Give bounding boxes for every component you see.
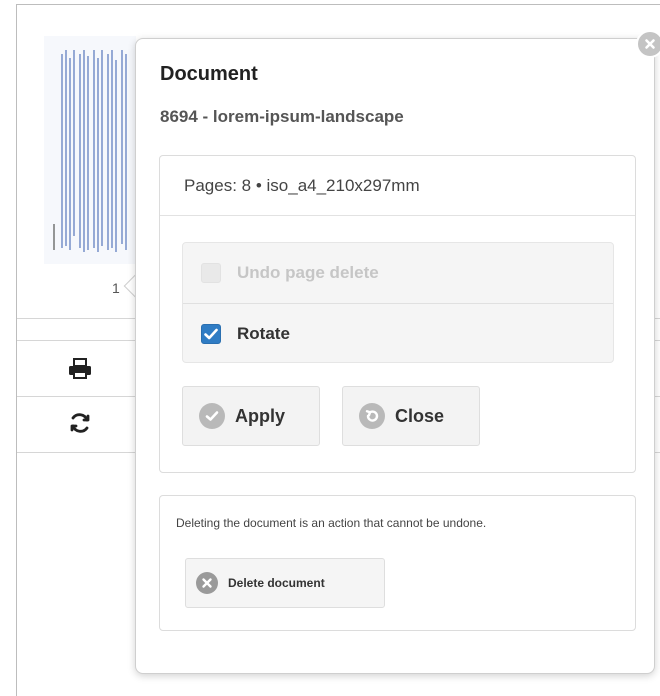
rotate-checkbox[interactable] (201, 323, 221, 344)
document-info: Pages: 8 • iso_a4_210x297mm (160, 156, 635, 216)
close-popover-icon[interactable] (636, 30, 660, 58)
document-thumbnail[interactable] (44, 36, 136, 264)
delete-label: Delete document (228, 576, 325, 590)
close-button[interactable]: Close (342, 386, 480, 446)
document-name: 8694 - lorem-ipsum-landscape (160, 107, 404, 126)
delete-warning-text: Deleting the document is an action that … (176, 516, 487, 530)
apply-button[interactable]: Apply (182, 386, 320, 446)
document-popover: Document 8694 - lorem-ipsum-landscape Pa… (135, 38, 655, 674)
page-indicator: 1 (112, 280, 120, 296)
print-icon[interactable] (64, 356, 96, 382)
check-circle-icon (199, 403, 225, 429)
delete-circle-icon (196, 572, 218, 594)
option-label: Rotate (237, 323, 290, 343)
delete-document-card: Deleting the document is an action that … (159, 495, 636, 631)
popover-title: Document (160, 63, 258, 85)
refresh-icon[interactable] (64, 410, 96, 436)
rotate-option[interactable]: Rotate (183, 303, 613, 363)
document-settings-card: Pages: 8 • iso_a4_210x297mm Undo page de… (159, 155, 636, 473)
option-label: Undo page delete (237, 263, 379, 282)
delete-document-button[interactable]: Delete document (185, 558, 385, 608)
apply-label: Apply (235, 405, 286, 426)
undo-circle-icon (359, 403, 385, 429)
close-label: Close (395, 405, 445, 426)
undo-page-delete-option: Undo page delete (183, 243, 613, 303)
options-list: Undo page delete Rotate (182, 242, 614, 363)
undo-page-delete-checkbox (201, 263, 221, 283)
